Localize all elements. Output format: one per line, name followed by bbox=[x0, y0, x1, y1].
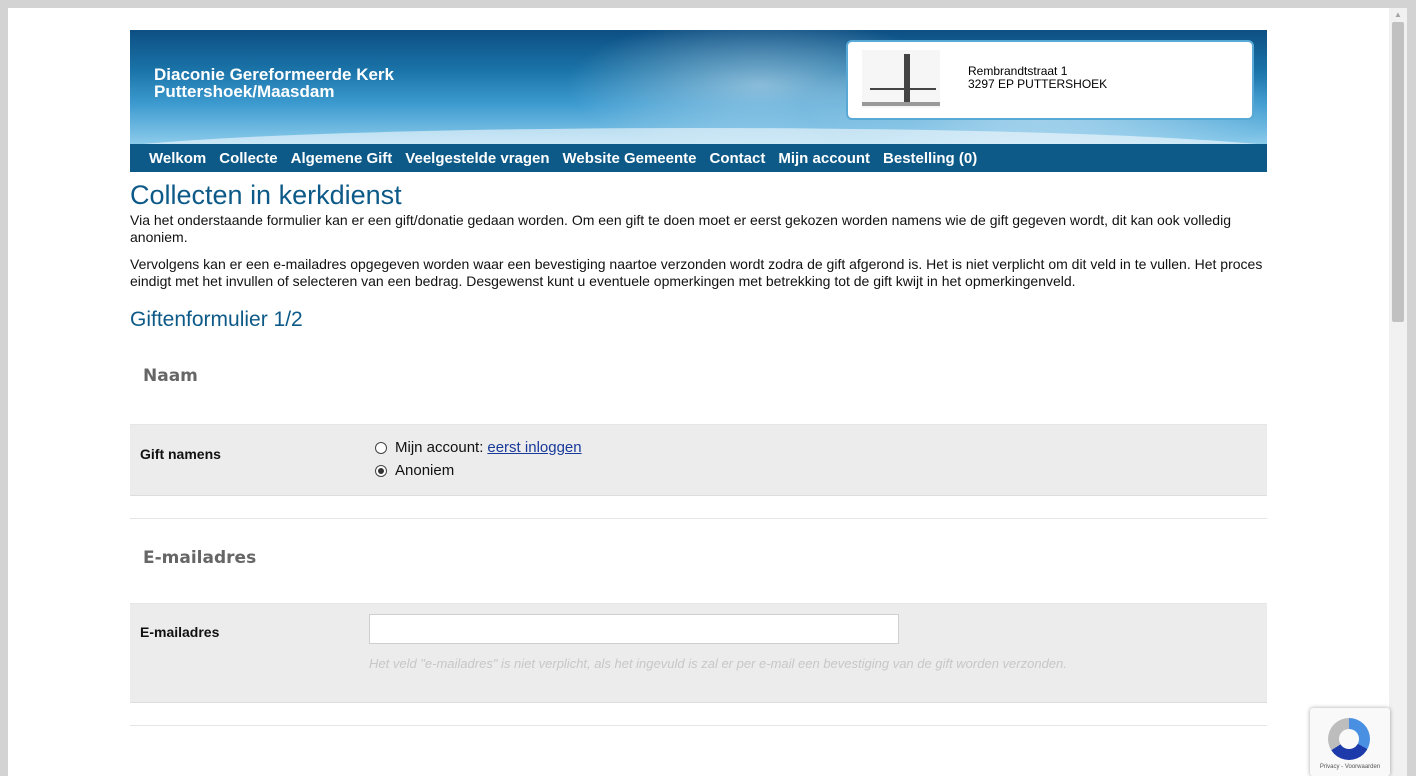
scroll-up-arrow-icon[interactable]: ▲ bbox=[1389, 8, 1407, 22]
email-hint: Het veld "e-mailadres" is niet verplicht… bbox=[369, 656, 1067, 671]
intro-paragraph-1: Via het onderstaande formulier kan er ee… bbox=[130, 212, 1231, 245]
recaptcha-icon bbox=[1328, 718, 1370, 760]
vertical-scrollbar[interactable]: ▲ bbox=[1389, 8, 1407, 776]
site-header: Diaconie Gereformeerde Kerk Puttershoek/… bbox=[130, 30, 1267, 144]
section-email-title: E-mailadres bbox=[143, 548, 257, 568]
nav-veelgestelde-vragen[interactable]: Veelgestelde vragen bbox=[405, 150, 549, 167]
address-city: 3297 EP PUTTERSHOEK bbox=[968, 77, 1108, 91]
main-content: Collecten in kerkdienst Via het ondersta… bbox=[130, 178, 1267, 726]
nav-bestelling[interactable]: Bestelling (0) bbox=[883, 150, 977, 167]
section-naam-title: Naam bbox=[143, 366, 198, 386]
recaptcha-badge[interactable]: Privacy - Voorwaarden bbox=[1310, 708, 1390, 776]
nav-collecte[interactable]: Collecte bbox=[219, 150, 277, 167]
email-label: E-mailadres bbox=[140, 624, 220, 640]
gift-namens-label: Gift namens bbox=[140, 446, 221, 462]
page-title: Collecten in kerkdienst bbox=[130, 180, 402, 210]
site-title[interactable]: Diaconie Gereformeerde Kerk Puttershoek/… bbox=[154, 66, 394, 100]
nav-algemene-gift[interactable]: Algemene Gift bbox=[291, 150, 393, 167]
scroll-thumb[interactable] bbox=[1392, 22, 1404, 322]
page-container: Diaconie Gereformeerde Kerk Puttershoek/… bbox=[130, 30, 1267, 726]
address-box: Rembrandtstraat 1 3297 EP PUTTERSHOEK bbox=[846, 40, 1254, 120]
section-email: E-mailadres bbox=[130, 519, 1267, 604]
intro-paragraph-2: Vervolgens kan er een e-mailadres opgege… bbox=[130, 256, 1263, 289]
address: Rembrandtstraat 1 3297 EP PUTTERSHOEK bbox=[968, 65, 1107, 91]
gift-namens-row: Gift namens Mijn account: eerst inloggen… bbox=[130, 425, 1267, 496]
recaptcha-privacy-link[interactable]: Privacy - Voorwaarden bbox=[1310, 764, 1390, 770]
option-mijn-account-label: Mijn account: bbox=[395, 439, 484, 456]
option-anoniem-label: Anoniem bbox=[395, 462, 455, 479]
section-divider bbox=[130, 703, 1267, 726]
main-nav: Welkom Collecte Algemene Gift Veelgestel… bbox=[130, 144, 1267, 172]
site-title-line2: Puttershoek/Maasdam bbox=[154, 82, 335, 101]
option-anoniem[interactable]: Anoniem bbox=[375, 462, 454, 479]
section-naam: Naam bbox=[130, 342, 1267, 425]
nav-mijn-account[interactable]: Mijn account bbox=[778, 150, 870, 167]
church-image bbox=[862, 50, 940, 108]
nav-contact[interactable]: Contact bbox=[710, 150, 766, 167]
option-mijn-account[interactable]: Mijn account: eerst inloggen bbox=[375, 439, 582, 456]
email-input[interactable] bbox=[369, 614, 899, 644]
form-title: Giftenformulier 1/2 bbox=[130, 308, 303, 331]
section-divider bbox=[130, 496, 1267, 519]
nav-website-gemeente[interactable]: Website Gemeente bbox=[563, 150, 697, 167]
browser-viewport: Diaconie Gereformeerde Kerk Puttershoek/… bbox=[8, 8, 1389, 776]
eerst-inloggen-link[interactable]: eerst inloggen bbox=[487, 439, 581, 456]
radio-anoniem[interactable] bbox=[375, 464, 387, 477]
radio-mijn-account[interactable] bbox=[375, 441, 387, 454]
site-title-line1: Diaconie Gereformeerde Kerk bbox=[154, 65, 394, 84]
email-row: E-mailadres Het veld "e-mailadres" is ni… bbox=[130, 604, 1267, 703]
nav-welkom[interactable]: Welkom bbox=[149, 150, 206, 167]
